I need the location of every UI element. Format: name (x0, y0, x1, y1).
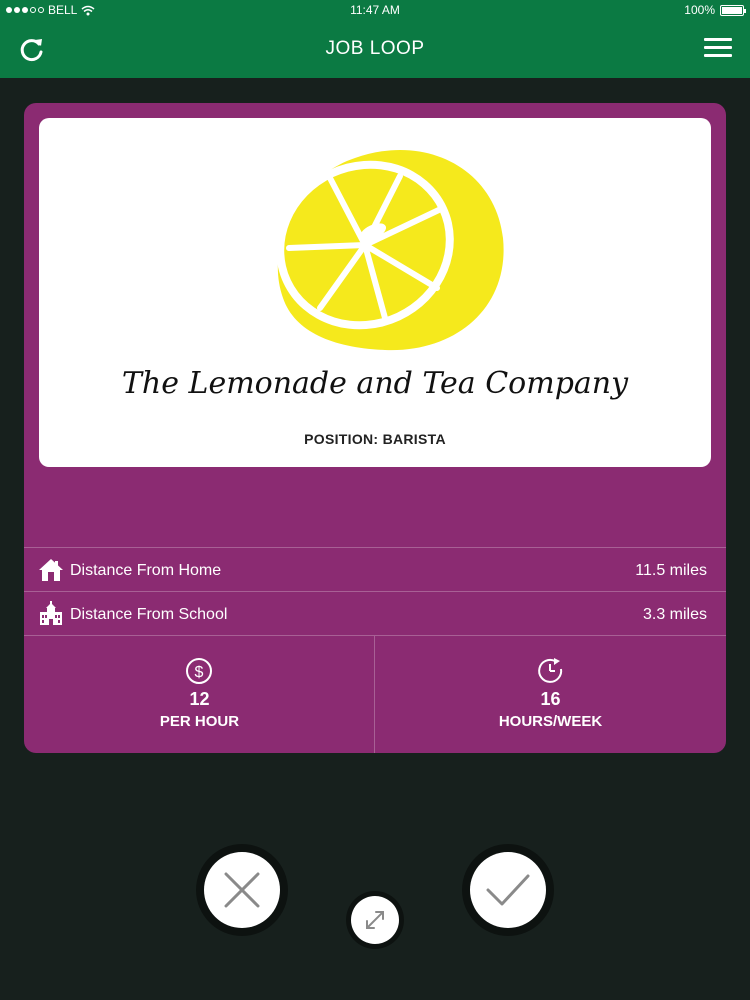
job-card[interactable]: The Lemonade and Tea Company POSITION: B… (24, 103, 726, 753)
pay-unit: PER HOUR (159, 713, 240, 730)
pay-stat: $ 12 PER HOUR (24, 636, 375, 753)
battery-icon (720, 4, 746, 16)
x-icon (224, 872, 260, 908)
company-name: The Lemonade and Tea Company (121, 366, 629, 401)
svg-text:$: $ (195, 664, 204, 681)
distance-school-label: Distance From School (70, 606, 228, 623)
checkmark-icon (486, 874, 530, 906)
job-position: POSITION: BARISTA (304, 431, 446, 447)
top-bar: BELL 11:47 AM 100% JOB LOOP (0, 0, 750, 78)
school-icon (40, 601, 62, 625)
lemon-logo-icon (276, 149, 504, 351)
battery-percent: 100% (684, 3, 715, 17)
company-logo-panel: The Lemonade and Tea Company POSITION: B… (39, 118, 711, 467)
menu-button[interactable] (704, 38, 732, 60)
clock-icon (538, 658, 563, 683)
expand-button[interactable] (351, 896, 399, 944)
distance-home-value: 11.5 miles (635, 562, 707, 579)
battery-status: 100% (684, 3, 746, 17)
house-icon (39, 559, 63, 581)
pay-value: 12 (189, 689, 210, 709)
distance-school-row: Distance From School 3.3 miles (24, 592, 726, 635)
status-time: 11:47 AM (350, 3, 400, 17)
dollar-icon: $ (186, 658, 212, 684)
hours-value: 16 (540, 689, 561, 709)
hamburger-menu-icon (704, 38, 732, 41)
distance-school-value: 3.3 miles (642, 606, 707, 623)
app-title: JOB LOOP (325, 38, 425, 59)
distance-home-row: Distance From Home 11.5 miles (24, 548, 726, 591)
hours-unit: HOURS/WEEK (498, 713, 603, 730)
distance-home-label: Distance From Home (70, 562, 222, 579)
hours-stat: 16 HOURS/WEEK (375, 636, 726, 753)
reject-button[interactable] (204, 852, 280, 928)
accept-button[interactable] (470, 852, 546, 928)
expand-icon (366, 911, 384, 929)
status-bar: BELL 11:47 AM 100% (0, 0, 750, 22)
